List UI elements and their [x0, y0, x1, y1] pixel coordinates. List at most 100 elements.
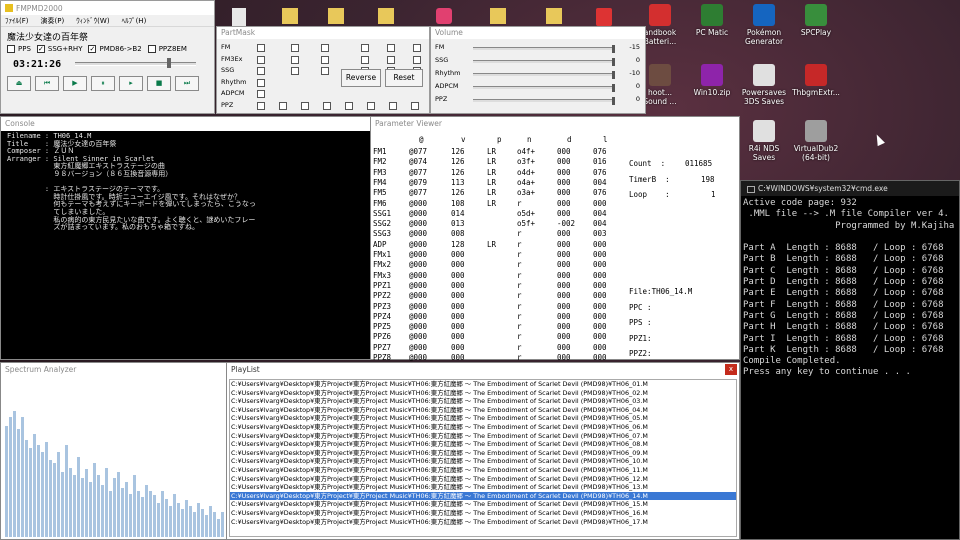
console-title[interactable]: Console: [1, 117, 371, 131]
partmask-checkbox[interactable]: [279, 101, 287, 110]
partmask-checkbox[interactable]: [321, 67, 329, 75]
playlist-item[interactable]: C:¥Users¥lvarg¥Desktop¥東方Project¥東方Proje…: [230, 475, 736, 484]
partmask-checkbox[interactable]: [301, 101, 309, 110]
partmask-checkbox[interactable]: [257, 55, 265, 64]
playlist-item[interactable]: C:¥Users¥lvarg¥Desktop¥東方Project¥東方Proje…: [230, 483, 736, 492]
folder-icon[interactable]: [490, 8, 506, 24]
partmask-checkbox[interactable]: [257, 90, 265, 98]
close-button[interactable]: x: [725, 364, 737, 375]
playlist-item[interactable]: C:¥Users¥lvarg¥Desktop¥東方Project¥東方Proje…: [230, 432, 736, 441]
prev-button[interactable]: ⏮: [35, 76, 59, 91]
eject-button[interactable]: ⏏: [7, 76, 31, 91]
menu-window[interactable]: ｳｨﾝﾄﾞｳ(W): [76, 16, 109, 25]
param-title[interactable]: Parameter Viewer: [371, 117, 739, 131]
partmask-checkbox[interactable]: [387, 44, 395, 52]
option-pmd86[interactable]: ✓ PMD86->B2: [88, 44, 142, 53]
playlist-item[interactable]: C:¥Users¥lvarg¥Desktop¥東方Project¥東方Proje…: [230, 380, 736, 389]
folder-icon[interactable]: [546, 8, 562, 24]
partmask-checkbox[interactable]: [257, 44, 265, 52]
partmask-checkbox[interactable]: [323, 101, 331, 110]
checkbox-ssg-rhy[interactable]: ✓: [36, 44, 45, 53]
partmask-checkbox[interactable]: [291, 55, 299, 64]
checkbox-pmd86[interactable]: ✓: [88, 44, 97, 53]
folder-icon[interactable]: [328, 8, 344, 24]
desktop-icon[interactable]: PC Matic: [688, 4, 736, 37]
partmask-checkbox[interactable]: [413, 55, 421, 64]
game-icon[interactable]: [596, 8, 612, 26]
volume-slider[interactable]: [473, 58, 616, 66]
playlist-item[interactable]: C:¥Users¥lvarg¥Desktop¥東方Project¥東方Proje…: [230, 389, 736, 398]
cmd-titlebar[interactable]: C:¥WINDOWS¥system32¥cmd.exe: [741, 181, 959, 196]
volume-slider-thumb[interactable]: [612, 71, 616, 79]
playlist-item[interactable]: C:¥Users¥lvarg¥Desktop¥東方Project¥東方Proje…: [230, 491, 736, 501]
checkbox-ppz8em[interactable]: [147, 44, 156, 53]
partmask-checkbox[interactable]: [367, 101, 375, 110]
playlist-item[interactable]: C:¥Users¥lvarg¥Desktop¥東方Project¥東方Proje…: [230, 509, 736, 518]
folder-icon[interactable]: [282, 8, 298, 24]
partmask-checkbox[interactable]: [257, 78, 265, 87]
volume-title[interactable]: Volume: [431, 27, 645, 39]
pause-button[interactable]: ⏸: [91, 76, 115, 91]
menu-file[interactable]: ﾌｧｲﾙ(F): [5, 16, 29, 25]
spectrum-title[interactable]: Spectrum Analyzer: [1, 363, 227, 377]
playlist-item[interactable]: C:¥Users¥lvarg¥Desktop¥東方Project¥東方Proje…: [230, 500, 736, 509]
volume-slider[interactable]: [473, 97, 616, 105]
playlist-item[interactable]: C:¥Users¥lvarg¥Desktop¥東方Project¥東方Proje…: [230, 449, 736, 458]
partmask-checkbox[interactable]: [321, 55, 329, 64]
volume-slider[interactable]: [473, 84, 616, 92]
document-icon[interactable]: [232, 8, 246, 26]
partmask-checkbox[interactable]: [361, 44, 369, 52]
desktop-icon[interactable]: SPCPlay: [792, 4, 840, 37]
desktop-icon[interactable]: R4i NDS Saves: [740, 120, 788, 162]
folder-icon[interactable]: [378, 8, 394, 24]
partmask-checkbox[interactable]: [345, 101, 353, 110]
partmask-checkbox[interactable]: [387, 55, 395, 64]
partmask-title[interactable]: PartMask: [217, 27, 429, 39]
partmask-checkbox[interactable]: [257, 101, 265, 110]
menu-help[interactable]: ﾍﾙﾌﾟ(H): [122, 16, 147, 25]
desktop-icon[interactable]: Pokémon Generator: [740, 4, 788, 46]
playlist-item[interactable]: C:¥Users¥lvarg¥Desktop¥東方Project¥東方Proje…: [230, 466, 736, 475]
volume-slider[interactable]: [473, 71, 616, 79]
reverse-button[interactable]: Reverse: [341, 69, 381, 87]
option-ppz8em[interactable]: PPZ8EM: [147, 44, 187, 53]
volume-slider-thumb[interactable]: [612, 45, 616, 53]
checkbox-pps[interactable]: [7, 44, 15, 53]
playlist-item[interactable]: C:¥Users¥lvarg¥Desktop¥東方Project¥東方Proje…: [230, 406, 736, 415]
partmask-checkbox[interactable]: [411, 101, 419, 110]
partmask-checkbox[interactable]: [257, 67, 265, 75]
next-button[interactable]: ⏭: [175, 76, 199, 91]
seek-thumb[interactable]: [166, 58, 171, 68]
play-button[interactable]: ▶: [63, 76, 87, 91]
stop-button[interactable]: ■: [147, 76, 171, 91]
partmask-checkbox[interactable]: [291, 44, 299, 52]
partmask-checkbox[interactable]: [321, 44, 329, 52]
partmask-checkbox[interactable]: [413, 44, 421, 52]
playlist-item[interactable]: C:¥Users¥lvarg¥Desktop¥東方Project¥東方Proje…: [230, 440, 736, 449]
partmask-checkbox[interactable]: [361, 55, 369, 64]
partmask-checkbox[interactable]: [291, 67, 299, 75]
desktop-icon[interactable]: Powersaves 3DS Saves: [740, 64, 788, 106]
volume-slider-thumb[interactable]: [612, 97, 616, 105]
app-icon[interactable]: [436, 8, 452, 24]
playlist-item[interactable]: C:¥Users¥lvarg¥Desktop¥東方Project¥東方Proje…: [230, 457, 736, 466]
playlist-item[interactable]: C:¥Users¥lvarg¥Desktop¥東方Project¥東方Proje…: [230, 518, 736, 527]
seek-bar[interactable]: [75, 58, 196, 68]
desktop-icon[interactable]: VirtualDub2 (64-bit): [792, 120, 840, 162]
playlist-list[interactable]: C:¥Users¥lvarg¥Desktop¥東方Project¥東方Proje…: [229, 379, 737, 537]
option-pps[interactable]: PPS: [7, 44, 31, 53]
playlist-titlebar[interactable]: PlayList x: [227, 363, 739, 377]
desktop-icon[interactable]: ThbgmExtr...: [792, 64, 840, 97]
option-ssg-rhy[interactable]: ✓ SSG+RHY: [36, 44, 82, 53]
playlist-item[interactable]: C:¥Users¥lvarg¥Desktop¥東方Project¥東方Proje…: [230, 397, 736, 406]
partmask-checkbox[interactable]: [389, 101, 397, 110]
playlist-item[interactable]: C:¥Users¥lvarg¥Desktop¥東方Project¥東方Proje…: [230, 423, 736, 432]
volume-slider[interactable]: [473, 45, 616, 53]
volume-slider-thumb[interactable]: [612, 84, 616, 92]
reset-button[interactable]: Reset: [385, 69, 423, 87]
desktop-icon[interactable]: Win10.zip: [688, 64, 736, 97]
step-button[interactable]: ▸: [119, 76, 143, 91]
volume-slider-thumb[interactable]: [612, 58, 616, 66]
player-titlebar[interactable]: FMPMD2000: [1, 1, 214, 15]
menu-play[interactable]: 演奏(P): [41, 16, 65, 25]
